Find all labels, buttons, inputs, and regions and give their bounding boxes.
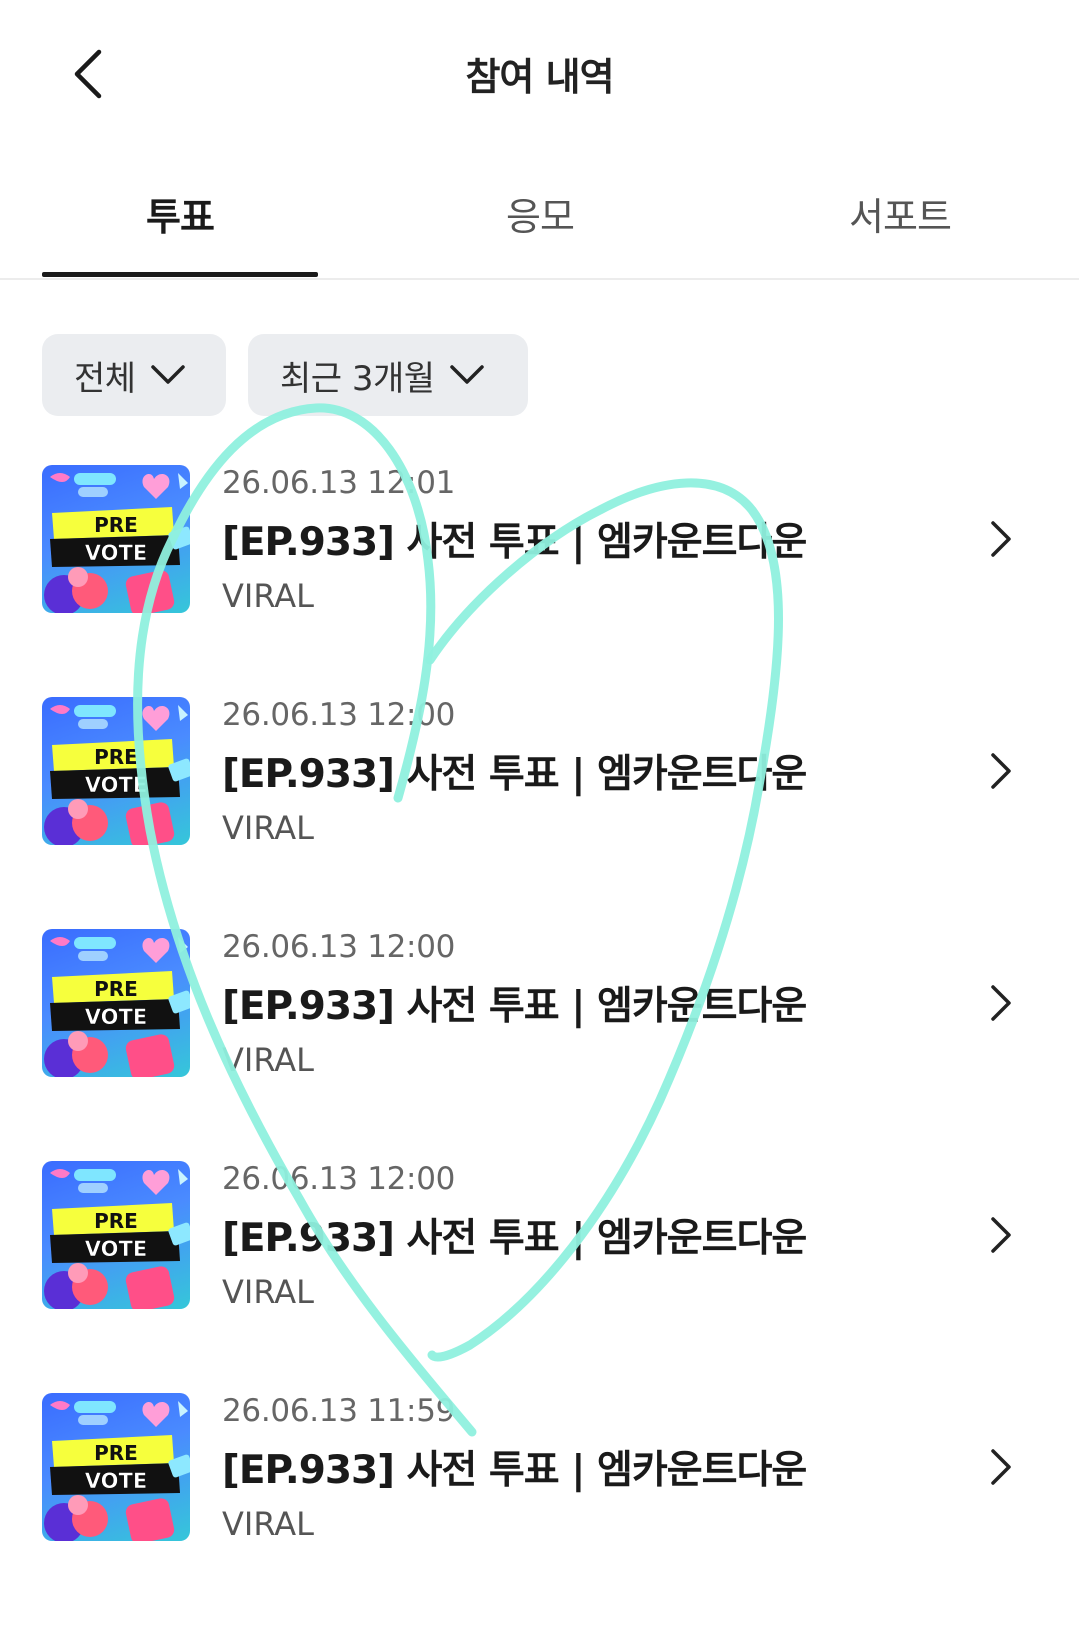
list-item[interactable]: PRE VOTE 26.06.13 11:59 [EP.933] 사전 투표 |… [0, 1393, 1079, 1625]
pre-vote-thumbnail: PRE VOTE [42, 465, 190, 613]
thumb-pre-text: PRE [94, 513, 138, 537]
category-filter-dropdown[interactable]: 전체 [42, 334, 226, 416]
item-date: 26.06.13 12:00 [222, 697, 456, 733]
pre-vote-thumbnail: PRE VOTE [42, 1161, 190, 1309]
item-date: 26.06.13 12:01 [222, 465, 456, 501]
list-item[interactable]: PRE VOTE 26.06.13 12:00 [EP.933] 사전 투표 |… [0, 1161, 1079, 1393]
tab-vote[interactable]: 투표 [42, 150, 318, 276]
item-subtitle: VIRAL [222, 1273, 314, 1311]
thumb-vote-text: VOTE [85, 1469, 147, 1493]
chevron-right-icon[interactable] [984, 749, 1018, 793]
tab-bar: 투표 응모 서포트 [0, 150, 1079, 280]
item-title: [EP.933] 사전 투표 | 엠카운트다운 [222, 1216, 807, 1261]
item-title: [EP.933] 사전 투표 | 엠카운트다운 [222, 984, 807, 1029]
thumb-vote-text: VOTE [85, 1005, 147, 1029]
page-title: 참여 내역 [465, 55, 614, 99]
thumb-pre-text: PRE [94, 977, 138, 1001]
pre-vote-thumbnail: PRE VOTE [42, 697, 190, 845]
category-filter-label: 전체 [74, 358, 136, 399]
item-title: [EP.933] 사전 투표 | 엠카운트다운 [222, 1448, 807, 1493]
chevron-down-icon [150, 364, 186, 386]
chevron-right-icon[interactable] [984, 1445, 1018, 1489]
chevron-right-icon[interactable] [984, 517, 1018, 561]
thumb-vote-text: VOTE [85, 541, 147, 565]
thumb-pre-text: PRE [94, 1209, 138, 1233]
list-item[interactable]: PRE VOTE 26.06.13 12:01 [EP.933] 사전 투표 |… [0, 465, 1079, 697]
item-date: 26.06.13 12:00 [222, 1161, 456, 1197]
pre-vote-thumbnail: PRE VOTE [42, 1393, 190, 1541]
item-date: 26.06.13 12:00 [222, 929, 456, 965]
item-subtitle: VIRAL [222, 577, 314, 615]
item-date: 26.06.13 11:59 [222, 1393, 456, 1429]
tab-support[interactable]: 서포트 [760, 150, 1040, 276]
item-title: [EP.933] 사전 투표 | 엠카운트다운 [222, 752, 807, 797]
chevron-right-icon[interactable] [984, 1213, 1018, 1257]
item-title: [EP.933] 사전 투표 | 엠카운트다운 [222, 520, 807, 565]
list-item[interactable]: PRE VOTE 26.06.13 12:00 [EP.933] 사전 투표 |… [0, 929, 1079, 1161]
item-subtitle: VIRAL [222, 1041, 314, 1079]
thumb-vote-text: VOTE [85, 1237, 147, 1261]
period-filter-dropdown[interactable]: 최근 3개월 [248, 334, 528, 416]
chevron-right-icon[interactable] [984, 981, 1018, 1025]
period-filter-label: 최근 3개월 [280, 358, 435, 399]
thumb-pre-text: PRE [94, 745, 138, 769]
tab-apply[interactable]: 응모 [400, 150, 680, 276]
item-subtitle: VIRAL [222, 809, 314, 847]
chevron-down-icon [449, 364, 485, 386]
header-bar: 참여 내역 [0, 0, 1079, 150]
list-item[interactable]: PRE VOTE 26.06.13 12:00 [EP.933] 사전 투표 |… [0, 697, 1079, 929]
item-subtitle: VIRAL [222, 1505, 314, 1543]
pre-vote-thumbnail: PRE VOTE [42, 929, 190, 1077]
thumb-vote-text: VOTE [85, 773, 147, 797]
thumb-pre-text: PRE [94, 1441, 138, 1465]
active-tab-indicator [42, 272, 318, 277]
